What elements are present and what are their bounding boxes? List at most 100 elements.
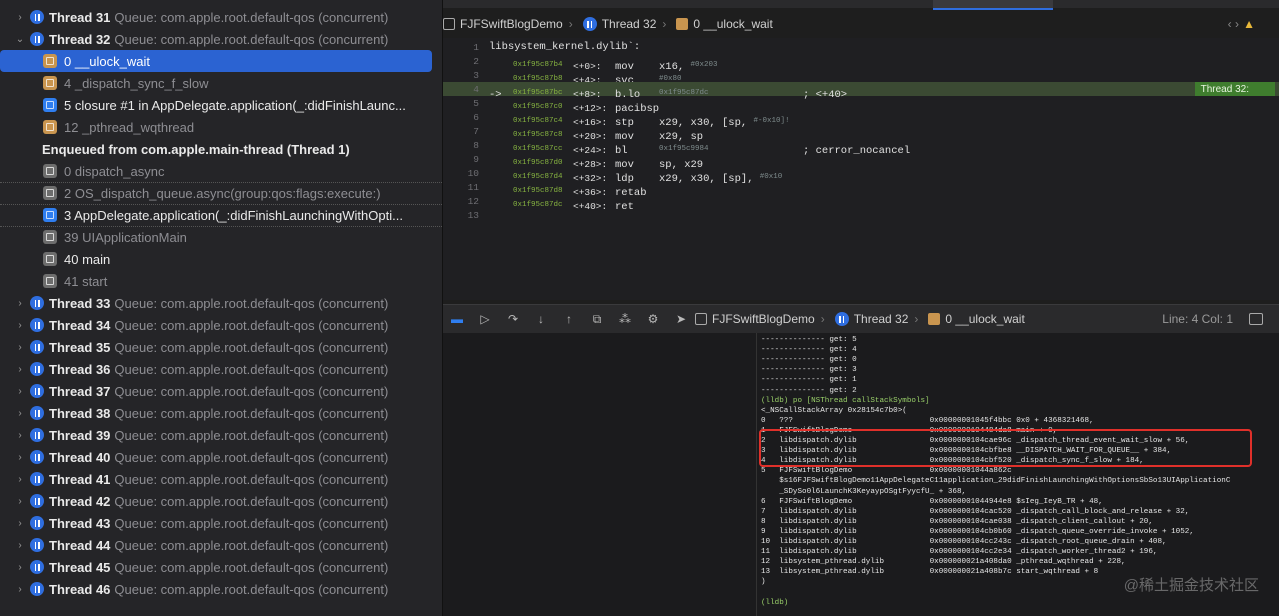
stack-frame-row[interactable]: 0 __ulock_wait [0, 50, 432, 72]
thread-row[interactable]: › Thread 39 Queue: com.apple.root.default-… [0, 424, 442, 446]
chevron-right-icon[interactable]: › [15, 342, 25, 353]
editor-tab[interactable] [933, 0, 1053, 10]
line-number: 11 [467, 181, 479, 193]
stack-frame-row[interactable]: 5 closure #1 in AppDelegate.application(… [0, 94, 442, 116]
stack-frame-row[interactable]: 2 OS_dispatch_queue.async(group:qos:flag… [0, 182, 442, 205]
chevron-down-icon[interactable]: ⌄ [15, 34, 25, 45]
debug-breadcrumb-thread[interactable]: Thread 32 › [834, 312, 925, 326]
step-out-icon[interactable]: ↑ [560, 312, 578, 326]
code-line[interactable]: 9 0x1f95c87d0 <+28>: mov sp, x29 [443, 152, 1279, 172]
stack-frame-row[interactable]: 4 _dispatch_sync_f_slow [0, 72, 442, 94]
thread-icon [30, 516, 44, 530]
chevron-right-icon[interactable]: › [15, 474, 25, 485]
debug-breadcrumb-project[interactable]: FJFSwiftBlogDemo › [695, 312, 831, 326]
thread-icon [30, 450, 44, 464]
chevron-right-icon[interactable]: › [15, 430, 25, 441]
breadcrumb-thread[interactable]: Thread 32 › [582, 17, 673, 31]
thread-name: Thread 35 [49, 339, 111, 355]
code-line[interactable]: 8 0x1f95c87cc <+24>: bl 0x1f95c9984; cerror_… [443, 138, 1279, 158]
view-hierarchy-icon[interactable]: ⧉ [588, 312, 606, 326]
line-number: 1 [473, 41, 479, 53]
chevron-right-icon[interactable]: › [15, 496, 25, 507]
chevron-right-icon[interactable]: › [15, 518, 25, 529]
chevron-right-icon[interactable]: › [15, 386, 25, 397]
thread-row[interactable]: › Thread 34 Queue: com.apple.root.default-… [0, 314, 442, 336]
chevron-right-icon: › [568, 17, 573, 31]
stack-frame-row[interactable]: 41 start [0, 270, 442, 292]
stack-frame-row[interactable]: 3 AppDelegate.application(_:didFinishLau… [0, 204, 442, 227]
thread-row[interactable]: › Thread 41 Queue: com.apple.root.default-… [0, 468, 442, 490]
chevron-right-icon[interactable]: › [15, 298, 25, 309]
thread-row[interactable]: › Thread 36 Queue: com.apple.root.default-… [0, 358, 442, 380]
console-line: -------------- get: 2 [761, 386, 857, 395]
stack-frame-row[interactable]: 0 dispatch_async [0, 160, 442, 183]
code-line[interactable]: 10 0x1f95c87d4 <+32>: ldp x29, x30, [sp], #0… [443, 166, 1279, 186]
thread-row[interactable]: › Thread 35 Queue: com.apple.root.default-… [0, 336, 442, 358]
memory-graph-icon[interactable]: ⁂ [616, 312, 634, 326]
breadcrumb-project[interactable]: FJFSwiftBlogDemo › [443, 17, 579, 31]
nav-back-forward[interactable]: ‹ › [1228, 17, 1239, 31]
chevron-right-icon[interactable]: › [15, 364, 25, 375]
step-into-icon[interactable]: ↓ [532, 312, 550, 326]
thread-badge: Thread 32: [1194, 82, 1275, 96]
code-line[interactable]: 4 -> 0x1f95c87bc <+8>: b.lo 0x1f95c87dc; <+40… [443, 82, 1279, 101]
thread-row[interactable]: › Thread 46 Queue: com.apple.root.default-… [0, 578, 442, 600]
variables-view[interactable] [443, 333, 757, 616]
code-line[interactable]: 1 libsystem_kernel.dylib`: [443, 40, 1279, 54]
code-line[interactable]: 5 0x1f95c87c0 <+12>: pacibsp [443, 96, 1279, 116]
continue-icon[interactable]: ▷ [476, 312, 494, 326]
thread-name: Thread 41 [49, 471, 111, 487]
thread-row[interactable]: › Thread 43 Queue: com.apple.root.default-… [0, 512, 442, 534]
code-line[interactable]: 2 0x1f95c87b4 <+0>: mov x16, #0x203 [443, 54, 1279, 74]
thread-name: Thread 43 [49, 515, 111, 531]
thread-row[interactable]: › Thread 38 Queue: com.apple.root.default-… [0, 402, 442, 424]
thread-row[interactable]: › Thread 42 Queue: com.apple.root.default-… [0, 490, 442, 512]
enqueued-from-header: Enqueued from com.apple.main-thread (Thr… [0, 138, 442, 160]
chevron-right-icon[interactable]: › [15, 452, 25, 463]
console-line: -------------- get: 0 [761, 356, 857, 365]
thread-icon [30, 494, 44, 508]
project-icon [443, 18, 455, 30]
location-icon[interactable]: ➤ [672, 312, 690, 326]
console-line: 7 libdispatch.dylib 0x0000000104cac520 _… [761, 507, 1190, 516]
console-line: -------------- get: 4 [761, 346, 857, 355]
environment-icon[interactable]: ⚙ [644, 312, 662, 326]
thread-icon [30, 538, 44, 552]
console-line: 9 libdispatch.dylib 0x0000000104cb0b60 _… [761, 527, 1194, 536]
stack-frame-row[interactable]: 39 UIApplicationMain [0, 226, 442, 248]
thread-row[interactable]: › Thread 31 Queue: com.apple.root.default-… [0, 6, 442, 28]
line-number: 8 [473, 139, 479, 151]
thread-row[interactable]: › Thread 44 Queue: com.apple.root.default-… [0, 534, 442, 556]
chevron-right-icon[interactable]: › [15, 562, 25, 573]
debug-bar: ▬ ▷ ↷ ↓ ↑ ⧉ ⁂ ⚙ ➤ FJFSwiftBlogDemo › Thre… [443, 304, 1279, 334]
thread-row[interactable]: › Thread 37 Queue: com.apple.root.default-… [0, 380, 442, 402]
chevron-right-icon[interactable]: › [15, 12, 25, 23]
thread-row[interactable]: › Thread 33 Queue: com.apple.root.default-… [0, 292, 442, 314]
debug-breadcrumb-frame[interactable]: 0 __ulock_wait [928, 312, 1025, 326]
code-line[interactable]: 13 [443, 208, 1279, 222]
code-line[interactable]: 11 0x1f95c87d8 <+36>: retab [443, 180, 1279, 200]
warning-icon[interactable]: ▲ [1243, 17, 1255, 31]
code-line[interactable]: 6 0x1f95c87c4 <+16>: stp x29, x30, [sp, #-0x… [443, 110, 1279, 130]
console-line: -------------- get: 5 [761, 336, 857, 344]
chevron-right-icon[interactable]: › [15, 540, 25, 551]
breakpoints-toggle-icon[interactable]: ▬ [448, 312, 466, 326]
breadcrumb-frame[interactable]: 0 __ulock_wait [676, 17, 773, 31]
thread-name: Thread 45 [49, 559, 111, 575]
stack-frame-row[interactable]: 12 _pthread_wqthread [0, 116, 442, 138]
chevron-right-icon[interactable]: › [15, 584, 25, 595]
code-line[interactable]: 7 0x1f95c87c8 <+20>: mov x29, sp [443, 124, 1279, 144]
toggle-console-icon[interactable] [1249, 313, 1263, 325]
thread-icon [582, 17, 597, 31]
code-line[interactable]: 3 0x1f95c87b8 <+4>: svc #0x80 [443, 68, 1279, 88]
thread-row[interactable]: › Thread 45 Queue: com.apple.root.default-… [0, 556, 442, 578]
thread-row[interactable]: › Thread 40 Queue: com.apple.root.default-… [0, 446, 442, 468]
thread-queue: Queue: com.apple.root.default-qos (concu… [114, 405, 389, 421]
frame-label: 39 UIApplicationMain [64, 229, 187, 245]
step-over-icon[interactable]: ↷ [504, 312, 522, 326]
chevron-right-icon[interactable]: › [15, 320, 25, 331]
thread-row[interactable]: ⌄ Thread 32 Queue: com.apple.root.default-… [0, 28, 442, 50]
code-line[interactable]: 12 0x1f95c87dc <+40>: ret [443, 194, 1279, 214]
chevron-right-icon[interactable]: › [15, 408, 25, 419]
stack-frame-row[interactable]: 40 main [0, 248, 442, 270]
